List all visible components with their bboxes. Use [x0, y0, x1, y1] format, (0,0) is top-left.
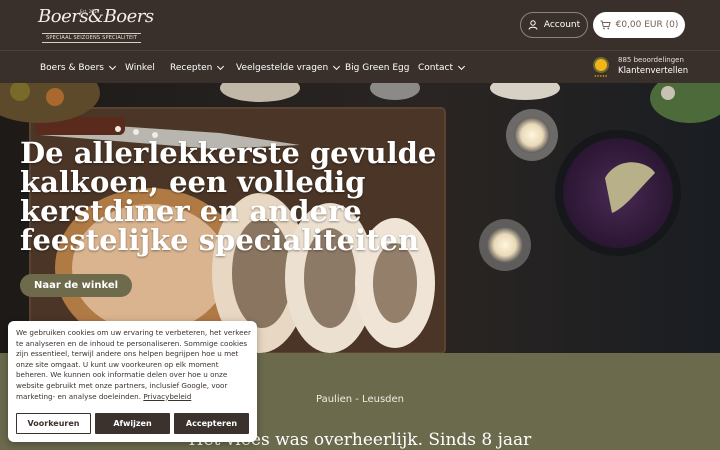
- nav-label: Boers & Boers: [40, 62, 104, 73]
- cookie-message: We gebruiken cookies om uw ervaring te v…: [16, 328, 252, 402]
- account-label: Account: [543, 20, 581, 30]
- chevron-down-icon: [217, 62, 225, 70]
- reviews-widget[interactable]: ★★★★★ 885 beoordelingen Klantenvertellen: [593, 55, 693, 79]
- cookie-preferences-button[interactable]: Voorkeuren: [16, 413, 91, 434]
- account-button[interactable]: Account: [520, 12, 588, 38]
- nav-label: Contact: [418, 62, 454, 73]
- hero-banner: De allerlekkerste gevulde kalkoen, een v…: [0, 83, 720, 353]
- cart-icon: [600, 20, 611, 30]
- hero-title: De allerlekkerste gevulde kalkoen, een v…: [20, 136, 437, 257]
- shop-cta-button[interactable]: Naar de winkel: [20, 274, 132, 297]
- nav-item-contact[interactable]: Contact: [418, 51, 466, 84]
- nav-label: Recepten: [170, 62, 213, 73]
- nav-label: Big Green Egg: [345, 62, 410, 73]
- cart-button[interactable]: €0,00 EUR (0): [593, 12, 685, 38]
- brand-logo[interactable]: Boers&Boers Est. 2014 SPECIAAL SEIZOENS …: [38, 6, 154, 44]
- nav-item-winkel[interactable]: Winkel: [125, 51, 155, 84]
- nav-item-faq[interactable]: Veelgestelde vragen: [236, 51, 341, 84]
- cookie-text: We gebruiken cookies om uw ervaring te v…: [16, 328, 251, 401]
- review-count: 885 beoordelingen: [618, 56, 684, 64]
- nav-item-boers-boers[interactable]: Boers & Boers: [40, 51, 117, 84]
- review-provider: Klantenvertellen: [618, 66, 689, 76]
- chevron-down-icon: [108, 62, 117, 70]
- stars-icon: ★★★★★: [594, 74, 608, 78]
- site-header: Boers&Boers Est. 2014 SPECIAAL SEIZOENS …: [0, 0, 720, 50]
- nav-label: Winkel: [125, 62, 155, 73]
- nav-item-recepten[interactable]: Recepten: [170, 51, 225, 84]
- privacy-policy-link[interactable]: Privacybeleid: [143, 392, 191, 401]
- user-icon: [528, 20, 538, 30]
- cookie-decline-button[interactable]: Afwijzen: [95, 413, 170, 434]
- logo-tagline: SPECIAAL SEIZOENS SPECIALITEIT: [42, 33, 142, 43]
- cart-label: €0,00 EUR (0): [615, 20, 679, 30]
- nav-item-big-green-egg[interactable]: Big Green Egg: [345, 51, 409, 84]
- review-badge-icon: [593, 57, 609, 73]
- nav-label: Veelgestelde vragen: [236, 62, 329, 73]
- logo-established: Est. 2014: [80, 9, 99, 14]
- cookie-banner: We gebruiken cookies om uw ervaring te v…: [8, 321, 257, 442]
- chevron-down-icon: [457, 62, 466, 70]
- cookie-accept-button[interactable]: Accepteren: [174, 413, 249, 434]
- chevron-down-icon: [333, 62, 341, 70]
